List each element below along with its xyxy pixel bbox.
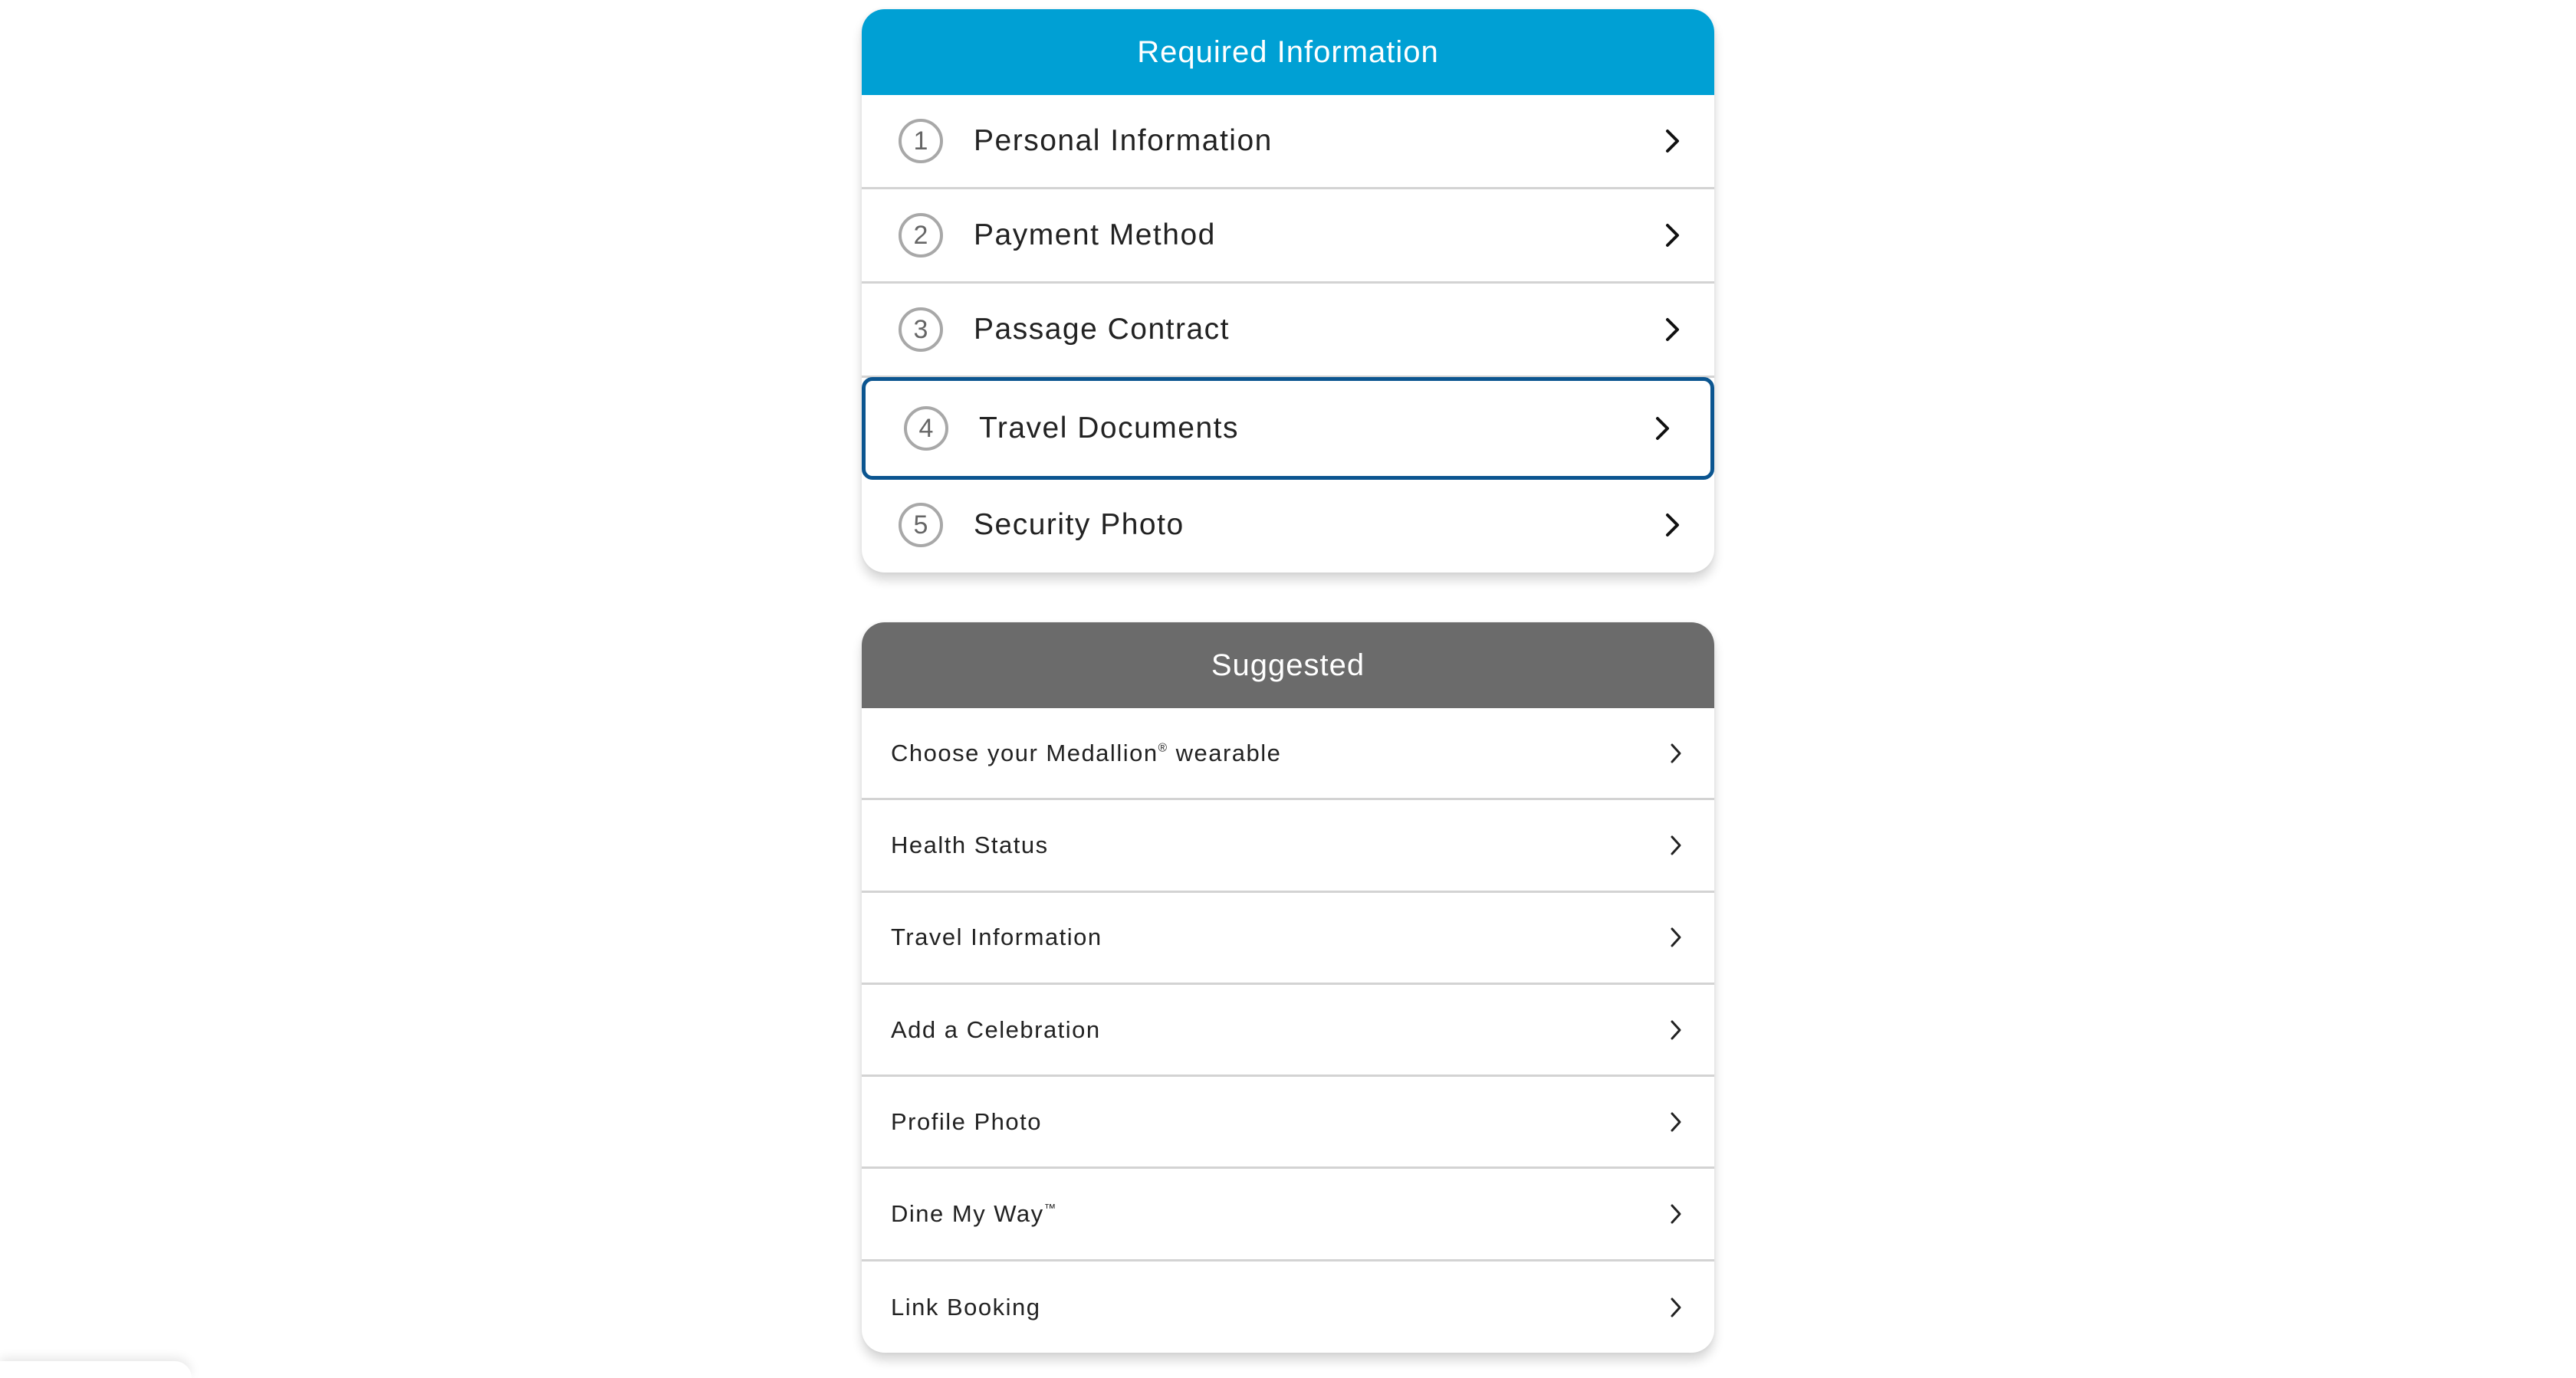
suggested-item-profile-photo[interactable]: Profile Photo	[862, 1077, 1714, 1170]
step-number-badge: 3	[899, 307, 943, 352]
chevron-right-icon	[1666, 224, 1679, 247]
required-item-label: Travel Documents	[979, 412, 1239, 445]
chevron-right-icon	[1666, 513, 1679, 536]
required-item-travel-documents[interactable]: 4 Travel Documents	[862, 377, 1714, 480]
required-item-passage-contract[interactable]: 3 Passage Contract	[862, 284, 1714, 378]
chevron-right-icon	[1666, 130, 1679, 153]
required-item-label: Personal Information	[974, 124, 1273, 157]
required-item-payment-method[interactable]: 2 Payment Method	[862, 189, 1714, 284]
suggested-item-label: Dine My Way™	[891, 1200, 1057, 1228]
registered-mark: ®	[1158, 741, 1168, 755]
required-item-security-photo[interactable]: 5 Security Photo	[862, 479, 1714, 571]
suggested-item-link-booking[interactable]: Link Booking	[862, 1262, 1714, 1353]
chevron-right-icon	[1656, 417, 1669, 440]
chevron-right-icon	[1671, 927, 1681, 947]
suggested-item-label: Travel Information	[891, 924, 1102, 951]
suggested-item-health-status[interactable]: Health Status	[862, 800, 1714, 893]
chevron-right-icon	[1671, 743, 1681, 763]
suggested-item-dine-my-way[interactable]: Dine My Way™	[862, 1169, 1714, 1262]
suggested-item-label: Link Booking	[891, 1293, 1041, 1321]
trademark-mark: ™	[1043, 1202, 1057, 1216]
chevron-right-icon	[1671, 835, 1681, 855]
suggested-item-travel-information[interactable]: Travel Information	[862, 893, 1714, 985]
step-number-badge: 4	[904, 406, 948, 451]
suggested-item-add-a-celebration[interactable]: Add a Celebration	[862, 985, 1714, 1078]
suggested-item-label: Choose your Medallion® wearable	[891, 739, 1282, 766]
chevron-right-icon	[1671, 1112, 1681, 1132]
suggested-title: Suggested	[1211, 648, 1365, 682]
suggested-item-choose-medallion-wearable[interactable]: Choose your Medallion® wearable	[862, 708, 1714, 801]
required-item-label: Payment Method	[974, 218, 1216, 251]
suggested-item-label: Add a Celebration	[891, 1015, 1101, 1043]
chevron-right-icon	[1671, 1204, 1681, 1224]
step-number-badge: 1	[899, 119, 943, 163]
suggested-header: Suggested	[862, 622, 1714, 708]
required-information-card: Required Information 1 Personal Informat…	[862, 9, 1714, 573]
suggested-item-label: Health Status	[891, 831, 1049, 858]
chevron-right-icon	[1671, 1298, 1681, 1317]
required-information-header: Required Information	[862, 9, 1714, 95]
step-number-badge: 2	[899, 213, 943, 258]
suggested-card: Suggested Choose your Medallion® wearabl…	[862, 622, 1714, 1353]
suggested-item-label: Profile Photo	[891, 1107, 1042, 1135]
required-information-title: Required Information	[1137, 34, 1439, 69]
step-number-badge: 5	[899, 503, 943, 547]
required-item-label: Passage Contract	[974, 313, 1230, 346]
required-item-personal-information[interactable]: 1 Personal Information	[862, 95, 1714, 189]
chevron-right-icon	[1671, 1020, 1681, 1040]
chevron-right-icon	[1666, 318, 1679, 341]
offscreen-panel-edge	[0, 1361, 192, 1378]
required-item-label: Security Photo	[974, 508, 1184, 541]
